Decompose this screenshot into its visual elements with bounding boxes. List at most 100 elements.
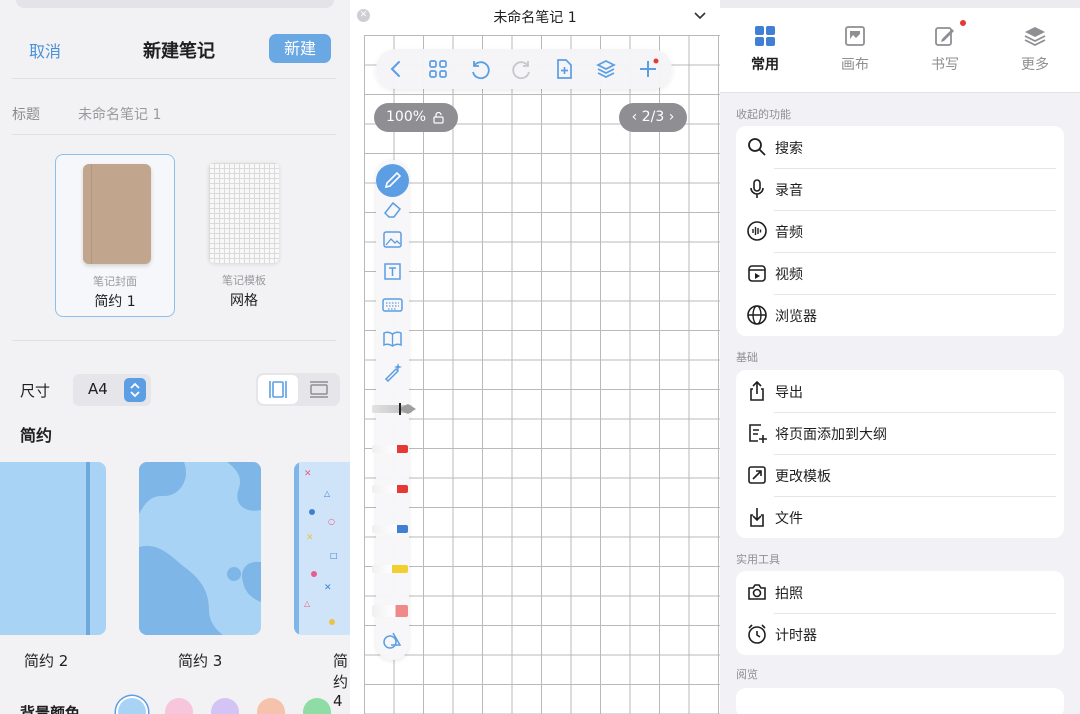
- cover-thumbnail[interactable]: [139, 462, 261, 635]
- svg-text:✕: ✕: [324, 583, 332, 593]
- zoom-indicator[interactable]: 100%: [374, 103, 458, 132]
- globe-icon: [747, 305, 767, 325]
- eraser-icon[interactable]: [381, 198, 404, 221]
- image-icon[interactable]: [381, 228, 404, 251]
- red-pen-icon[interactable]: [372, 445, 408, 453]
- tab-writing[interactable]: 书写: [910, 24, 980, 74]
- grid-canvas[interactable]: [364, 35, 720, 714]
- grid-view-icon[interactable]: [426, 57, 450, 81]
- divider: [12, 78, 336, 79]
- chevron-down-icon[interactable]: [692, 7, 708, 23]
- section-title: 收起的功能: [736, 108, 791, 121]
- menu-item-browser[interactable]: 浏览器: [736, 294, 1064, 336]
- cover-thumbnail[interactable]: ✕ △ ○ ✕ □ ✕ △: [294, 462, 350, 635]
- cover-name: 简约 4: [333, 652, 349, 710]
- svg-text:□: □: [330, 551, 338, 560]
- highlighter-icon[interactable]: [372, 565, 408, 573]
- size-select[interactable]: A4: [73, 374, 151, 406]
- cover-section-title: 简约: [20, 426, 53, 445]
- back-icon[interactable]: [384, 57, 408, 81]
- menu-item-add-to-outline[interactable]: 将页面添加到大纲: [736, 412, 1064, 454]
- cover-name: 简约 1: [94, 294, 136, 310]
- red-brush-icon[interactable]: [372, 485, 408, 493]
- size-stepper-icon[interactable]: [124, 378, 146, 402]
- blue-pen-icon[interactable]: [372, 525, 408, 533]
- text-box-icon[interactable]: [381, 260, 404, 283]
- tools-card: 拍照 计时器: [736, 571, 1064, 655]
- undo-icon[interactable]: [468, 57, 492, 81]
- basic-card: 导出 将页面添加到大纲 更改模板 文件: [736, 370, 1064, 538]
- color-swatch[interactable]: [165, 698, 193, 714]
- more-icon: [1024, 27, 1046, 47]
- color-swatch[interactable]: [211, 698, 239, 714]
- orientation-toggle: [256, 373, 340, 406]
- create-button[interactable]: 新建: [269, 34, 331, 63]
- section-title: 阅览: [736, 668, 758, 681]
- tab-more[interactable]: 更多: [1000, 24, 1070, 74]
- template-icon: [748, 466, 766, 484]
- color-swatch[interactable]: [118, 698, 146, 714]
- keyboard-icon[interactable]: [381, 293, 404, 316]
- color-swatch[interactable]: [303, 698, 331, 714]
- page-indicator[interactable]: ‹ 2/3 ›: [619, 103, 687, 132]
- template-name: 网格: [230, 293, 258, 309]
- lock-icon[interactable]: [432, 111, 445, 124]
- add-icon[interactable]: [636, 57, 660, 81]
- zoom-value: 100%: [386, 109, 427, 125]
- menu-item-timer[interactable]: 计时器: [736, 613, 1064, 655]
- menu-tabs: 常用 画布 书写 更多: [720, 0, 1080, 93]
- chevron-right-icon[interactable]: ›: [669, 109, 675, 125]
- menu-item-search[interactable]: 搜索: [736, 126, 1064, 168]
- editor-toolbar: [376, 49, 672, 89]
- cover-thumbnail: [83, 164, 151, 264]
- redo-icon[interactable]: [510, 57, 534, 81]
- cover-thumbnail[interactable]: [0, 462, 106, 635]
- section-title: 实用工具: [736, 553, 780, 566]
- menu-item-export[interactable]: 导出: [736, 370, 1064, 412]
- portrait-icon[interactable]: [258, 375, 298, 404]
- eraser-pen-icon[interactable]: [372, 605, 408, 617]
- section-title: 基础: [736, 351, 758, 364]
- shape-tool-icon[interactable]: [381, 628, 404, 651]
- writing-icon: [935, 27, 954, 46]
- landscape-icon[interactable]: [300, 375, 338, 404]
- search-icon: [748, 138, 766, 156]
- template-thumbnail: [209, 163, 279, 263]
- new-note-panel: 取消 新建笔记 新建 标题 未命名笔记 1 笔记封面 简约 1 笔记模板 网格 …: [0, 0, 350, 714]
- menu-item-camera[interactable]: 拍照: [736, 571, 1064, 613]
- menu-item-record[interactable]: 录音: [736, 168, 1064, 210]
- template-sub-label: 笔记模板: [222, 274, 266, 287]
- cover-option[interactable]: 笔记封面 简约 1: [55, 154, 175, 317]
- tab-canvas[interactable]: 画布: [820, 24, 890, 74]
- audio-icon: [747, 221, 767, 241]
- menu-item-change-template[interactable]: 更改模板: [736, 454, 1064, 496]
- layers-icon[interactable]: [594, 57, 618, 81]
- size-value: A4: [88, 380, 108, 398]
- book-icon[interactable]: [381, 327, 404, 350]
- download-icon: [750, 508, 764, 527]
- page-number: 2/3: [641, 109, 665, 125]
- menu-item-files[interactable]: 文件: [736, 496, 1064, 538]
- common-icon: [755, 26, 775, 46]
- sheet-handle: [16, 0, 334, 8]
- cover-sub-label: 笔记封面: [93, 275, 137, 288]
- chevron-left-icon[interactable]: ‹: [632, 109, 638, 125]
- tab-common[interactable]: 常用: [730, 24, 800, 74]
- note-title[interactable]: 未命名笔记 1: [350, 7, 720, 27]
- side-menu-panel: 常用 画布 书写 更多 收起的功能 搜索 录音 音频 视频 浏览器 基础 导出 …: [720, 0, 1080, 714]
- divider: [12, 340, 336, 341]
- template-option[interactable]: 笔记模板 网格: [184, 154, 304, 317]
- menu-item-audio[interactable]: 音频: [736, 210, 1064, 252]
- menu-item-video[interactable]: 视频: [736, 252, 1064, 294]
- magic-pen-icon[interactable]: [381, 360, 404, 383]
- color-swatch[interactable]: [257, 698, 285, 714]
- tool-sidebar: [372, 160, 416, 660]
- pen-tool-icon[interactable]: [376, 164, 409, 197]
- canvas-icon: [845, 26, 865, 46]
- collapsed-features-card: 搜索 录音 音频 视频 浏览器: [736, 126, 1064, 336]
- svg-text:✕: ✕: [304, 469, 312, 479]
- cover-name: 简约 3: [178, 652, 223, 670]
- add-page-icon[interactable]: [552, 57, 576, 81]
- title-field-input[interactable]: 未命名笔记 1: [78, 104, 161, 124]
- video-icon: [748, 265, 766, 282]
